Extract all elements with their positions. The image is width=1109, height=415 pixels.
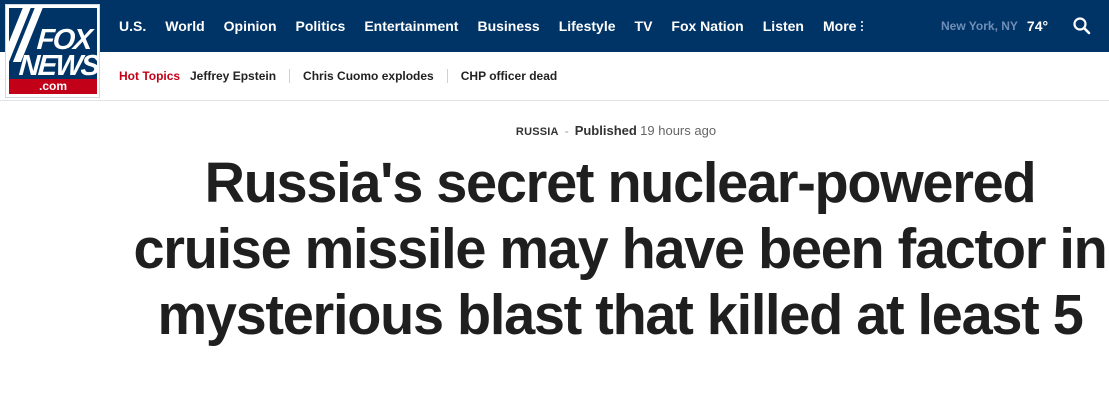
divider: [289, 69, 291, 83]
published-time: 19 hours ago: [640, 123, 717, 138]
main-nav: U.S. World Opinion Politics Entertainmen…: [119, 0, 882, 52]
nav-item-entertainment[interactable]: Entertainment: [364, 18, 458, 34]
more-dots-icon: [861, 21, 864, 31]
logo-domain: .com: [9, 79, 97, 94]
hot-topic-link[interactable]: Jeffrey Epstein: [190, 69, 276, 83]
nav-item-tv[interactable]: TV: [635, 18, 653, 34]
nav-item-fox-nation[interactable]: Fox Nation: [671, 18, 743, 34]
nav-item-opinion[interactable]: Opinion: [224, 18, 277, 34]
nav-item-politics[interactable]: Politics: [296, 18, 346, 34]
weather-temperature: 74°: [1026, 18, 1049, 34]
nav-item-business[interactable]: Business: [477, 18, 539, 34]
weather-city: New York, NY: [941, 19, 1018, 33]
more-label: More: [822, 18, 857, 34]
nav-item-more[interactable]: More: [822, 18, 864, 34]
logo-text-news: NEWS: [17, 50, 97, 82]
hot-topic-link[interactable]: CHP officer dead: [461, 69, 557, 83]
article-headline: Russia's secret nuclear-powered cruise m…: [133, 151, 1107, 347]
search-button[interactable]: [1072, 16, 1092, 36]
nav-item-lifestyle[interactable]: Lifestyle: [559, 18, 616, 34]
article-category-link[interactable]: RUSSIA: [516, 126, 559, 138]
top-navigation-bar: U.S. World Opinion Politics Entertainmen…: [0, 0, 1109, 52]
search-icon: [1073, 17, 1091, 35]
divider: [446, 69, 448, 83]
weather-widget[interactable]: New York, NY 74°: [941, 0, 1048, 52]
nav-item-world[interactable]: World: [165, 18, 204, 34]
published-label: Published: [574, 123, 637, 138]
nav-item-us[interactable]: U.S.: [119, 18, 146, 34]
nav-item-listen[interactable]: Listen: [763, 18, 804, 34]
meta-separator: -: [564, 124, 569, 138]
fox-news-logo[interactable]: FOX NEWS .com: [5, 4, 100, 98]
article-meta: RUSSIA - Published 19 hours ago: [0, 123, 1109, 138]
logo-mark: FOX NEWS .com: [9, 8, 97, 94]
hot-topics-bar: Hot Topics Jeffrey Epstein Chris Cuomo e…: [0, 52, 1109, 101]
hot-topics-list: Jeffrey Epstein Chris Cuomo explodes CHP…: [190, 69, 557, 83]
hot-topic-link[interactable]: Chris Cuomo explodes: [303, 69, 434, 83]
hot-topics-label: Hot Topics: [119, 69, 181, 83]
